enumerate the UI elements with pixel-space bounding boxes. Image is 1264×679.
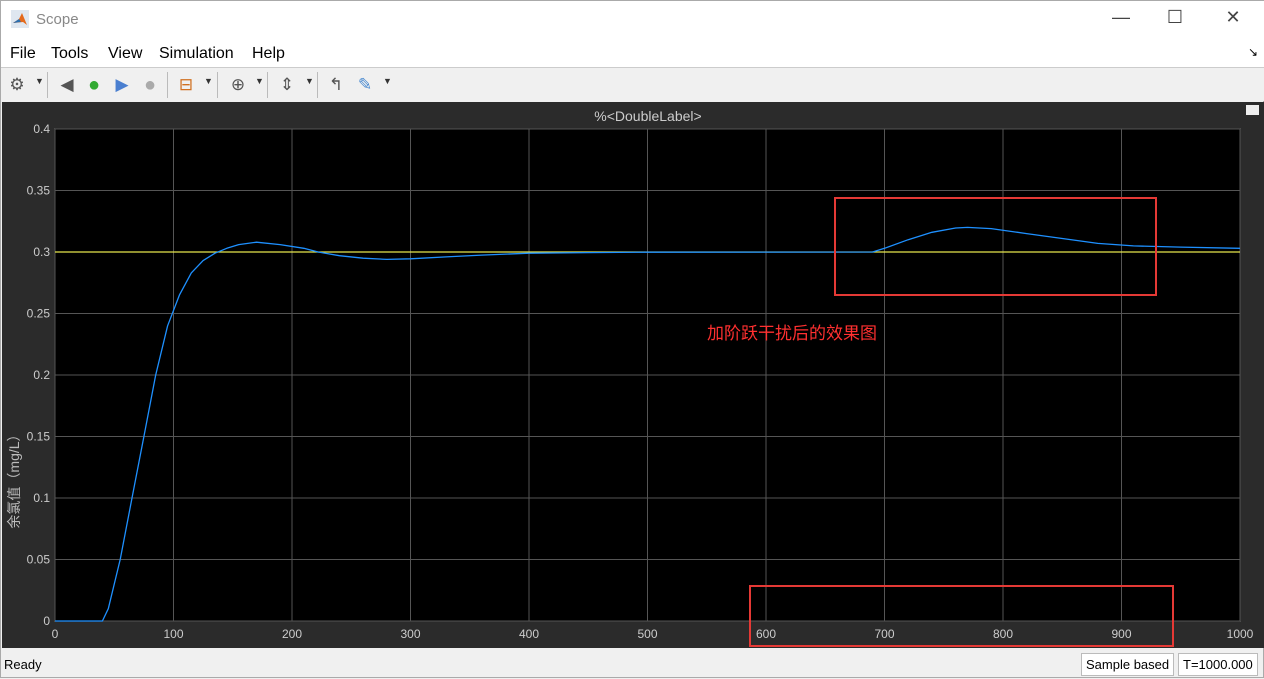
toolbar: ⚙ ▼ ◀ ● ▶ ● ⊟ ▼ ⊕ ▼ ⇕ ▼ ↰ ✎ ▼ — [1, 68, 1264, 101]
x-tick-label: 300 — [400, 627, 420, 641]
x-tick-label: 900 — [1111, 627, 1131, 641]
y-axis-label: 余氯值（mg/L） — [6, 427, 22, 528]
highlight-block-icon[interactable]: ⊟ — [175, 74, 197, 96]
scope-window: Scope — ☐ ✕ File Tools View Simulation H… — [0, 0, 1264, 678]
menu-bar: File Tools View Simulation Help ↘ — [1, 39, 1264, 68]
sample-mode: Sample based — [1081, 653, 1175, 676]
undock-icon[interactable] — [1246, 105, 1259, 115]
x-tick-label: 0 — [52, 627, 59, 641]
y-tick-label: 0.25 — [27, 307, 51, 321]
gear-icon[interactable]: ⚙ — [6, 74, 28, 96]
x-tick-label: 700 — [874, 627, 894, 641]
chevron-down-icon[interactable]: ▼ — [305, 76, 314, 86]
menu-file[interactable]: File — [10, 45, 36, 63]
y-tick-label: 0.1 — [33, 491, 50, 505]
chevron-down-icon[interactable]: ▼ — [204, 76, 213, 86]
matlab-logo-icon — [11, 10, 29, 28]
y-tick-label: 0.05 — [27, 553, 51, 567]
menu-help[interactable]: Help — [252, 45, 285, 63]
triggers-icon[interactable]: ↰ — [325, 74, 347, 96]
title-bar: Scope — ☐ ✕ — [1, 1, 1264, 39]
maximize-button[interactable]: ☐ — [1155, 7, 1195, 28]
chevron-down-icon[interactable]: ▼ — [383, 76, 392, 86]
step-forward-icon[interactable]: ▶ — [111, 74, 133, 96]
plot-title: %<DoubleLabel> — [594, 108, 701, 124]
dock-icon[interactable]: ↘ — [1248, 45, 1258, 59]
plot-area[interactable]: 0 100 200 300 400 500 600 700 800 900 1000 0 0.05 0.1… — [2, 102, 1264, 648]
chevron-down-icon[interactable]: ▼ — [255, 76, 264, 86]
x-tick-label: 800 — [993, 627, 1013, 641]
menu-tools[interactable]: Tools — [51, 45, 88, 63]
x-tick-label: 200 — [282, 627, 302, 641]
status-text: Ready — [4, 657, 42, 672]
y-tick-label: 0.2 — [33, 368, 50, 382]
menu-view[interactable]: View — [108, 45, 142, 63]
stop-icon[interactable]: ● — [139, 74, 161, 96]
step-back-icon[interactable]: ◀ — [56, 74, 78, 96]
run-icon[interactable]: ● — [83, 74, 105, 96]
y-tick-label: 0.3 — [33, 245, 50, 259]
measurements-icon[interactable]: ✎ — [354, 74, 376, 96]
chevron-down-icon[interactable]: ▼ — [35, 76, 44, 86]
zoom-icon[interactable]: ⊕ — [227, 74, 249, 96]
y-tick-label: 0.15 — [27, 430, 51, 444]
scope-display[interactable]: 0 100 200 300 400 500 600 700 800 900 1000 0 0.05 0.1… — [2, 102, 1264, 648]
window-title: Scope — [36, 11, 79, 28]
y-tick-label: 0.4 — [33, 122, 50, 136]
minimize-button[interactable]: — — [1101, 7, 1141, 28]
x-tick-label: 600 — [756, 627, 776, 641]
y-tick-label: 0 — [43, 614, 50, 628]
status-bar: Ready Sample based T=1000.000 — [1, 651, 1264, 679]
y-tick-label: 0.35 — [27, 184, 51, 198]
close-button[interactable]: ✕ — [1213, 7, 1253, 28]
x-tick-label: 500 — [637, 627, 657, 641]
annotation-text: 加阶跃干扰后的效果图 — [707, 324, 877, 344]
scale-axes-icon[interactable]: ⇕ — [276, 74, 298, 96]
x-tick-label: 1000 — [1227, 627, 1254, 641]
x-tick-label: 100 — [163, 627, 183, 641]
x-tick-label: 400 — [519, 627, 539, 641]
sim-time: T=1000.000 — [1178, 653, 1258, 676]
menu-simulation[interactable]: Simulation — [159, 45, 234, 63]
